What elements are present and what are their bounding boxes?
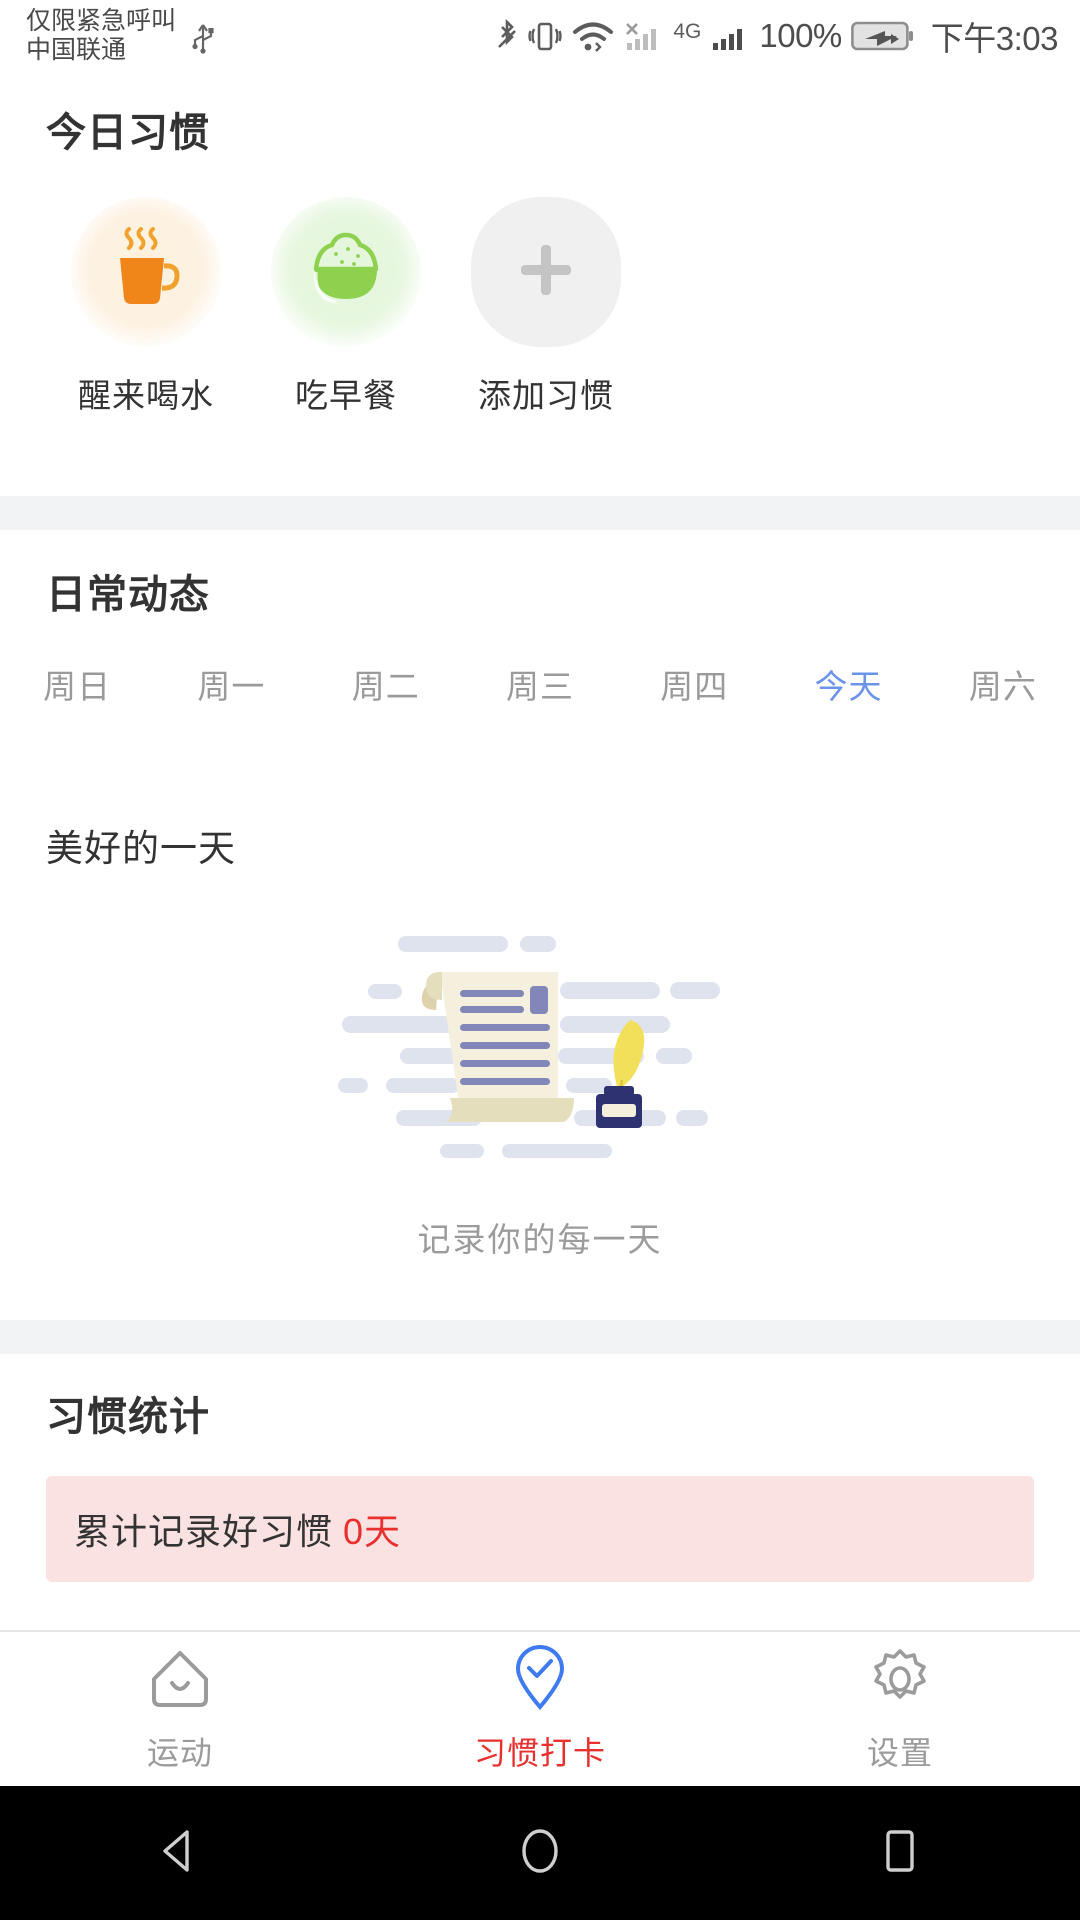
stats-banner-value: 0天 xyxy=(343,1511,402,1552)
network-type-label: 4G xyxy=(673,20,702,43)
bottom-navigation: 运动 习惯打卡 设置 xyxy=(0,1630,1080,1786)
today-habits-title: 今日习惯 xyxy=(46,111,210,155)
daily-activity-title: 日常动态 xyxy=(46,573,210,617)
habit-stats-title: 习惯统计 xyxy=(46,1395,210,1439)
carrier-line-1: 仅限紧急呼叫 xyxy=(26,6,177,35)
recents-square-icon xyxy=(873,1824,927,1883)
weekday-tabs: 周日 周一 周二 周三 周四 今天 周六 xyxy=(0,660,1080,708)
android-navigation-bar xyxy=(0,1786,1080,1920)
vibrate-icon xyxy=(528,16,563,56)
clock-label: 下午3:03 xyxy=(930,20,1059,57)
nav-tab-habit-checkin[interactable]: 习惯打卡 xyxy=(360,1644,720,1774)
empty-state: 记录你的每一天 xyxy=(0,922,1080,1261)
weekday-tab-today[interactable]: 今天 xyxy=(815,660,883,708)
battery-charging-icon xyxy=(850,18,913,54)
weekday-tab-thursday[interactable]: 周四 xyxy=(660,660,728,708)
carrier-line-2: 中国联通 xyxy=(26,36,127,64)
nav-tab-sports[interactable]: 运动 xyxy=(0,1645,360,1774)
status-bar: 仅限紧急呼叫 中国联通 4G 100% 下午3:03 xyxy=(0,0,1080,72)
status-bar-right: 4G 100% 下午3:03 xyxy=(495,12,1059,60)
stats-banner-label: 累计记录好习惯 xyxy=(74,1511,334,1552)
habit-icon-bg xyxy=(271,197,421,347)
stats-banner[interactable]: 累计记录好习惯 0天 xyxy=(46,1476,1034,1582)
habit-stats-section: 习惯统计 累计记录好习惯 0天 xyxy=(0,1354,1080,1654)
day-entry-title: 美好的一天 xyxy=(46,828,236,869)
coffee-cup-icon xyxy=(98,222,194,323)
habit-label: 吃早餐 xyxy=(295,377,397,414)
habit-list: 醒来喝水 吃早餐 添加习惯 xyxy=(46,197,646,417)
weekday-tab-tuesday[interactable]: 周二 xyxy=(352,660,420,708)
plus-icon xyxy=(511,235,581,310)
scroll-quill-inkwell-illustration xyxy=(330,922,750,1187)
battery-percent-label: 100% xyxy=(759,17,842,54)
pin-check-icon xyxy=(506,1644,574,1718)
wifi-icon xyxy=(571,16,615,56)
nav-label: 设置 xyxy=(866,1734,933,1771)
section-divider-1 xyxy=(0,496,1080,530)
weekday-tab-monday[interactable]: 周一 xyxy=(197,660,265,708)
habit-item-breakfast[interactable]: 吃早餐 xyxy=(246,197,446,417)
habit-label: 醒来喝水 xyxy=(78,377,214,414)
android-home-button[interactable] xyxy=(360,1824,720,1883)
phone-screen: 仅限紧急呼叫 中国联通 4G 100% 下午3:03 今日习惯 醒来喝水 吃早餐… xyxy=(0,0,1080,1920)
back-triangle-icon xyxy=(153,1824,207,1883)
sim1-signal-no-service-icon xyxy=(624,16,664,56)
habit-label: 添加习惯 xyxy=(478,377,614,414)
weekday-tab-sunday[interactable]: 周日 xyxy=(43,660,111,708)
android-back-button[interactable] xyxy=(0,1824,360,1883)
rice-bowl-icon xyxy=(298,222,394,323)
habit-item-add-habit[interactable]: 添加习惯 xyxy=(446,197,646,417)
gear-icon xyxy=(866,1645,934,1718)
usb-icon xyxy=(190,14,216,59)
home-circle-icon xyxy=(513,1824,567,1883)
today-habits-section: 今日习惯 醒来喝水 吃早餐 添加习惯 xyxy=(0,72,1080,496)
home-icon xyxy=(146,1645,214,1718)
habit-icon-bg xyxy=(71,197,221,347)
habit-item-drink-water[interactable]: 醒来喝水 xyxy=(46,197,246,417)
empty-state-caption: 记录你的每一天 xyxy=(417,1221,663,1258)
android-recents-button[interactable] xyxy=(720,1824,1080,1883)
bluetooth-icon xyxy=(495,16,519,56)
weekday-tab-wednesday[interactable]: 周三 xyxy=(506,660,574,708)
nav-tab-settings[interactable]: 设置 xyxy=(720,1645,1080,1774)
sim2-signal-icon xyxy=(710,16,750,56)
status-bar-left: 仅限紧急呼叫 中国联通 xyxy=(26,7,216,66)
weekday-tab-saturday[interactable]: 周六 xyxy=(969,660,1037,708)
section-divider-2 xyxy=(0,1320,1080,1354)
daily-activity-section: 日常动态 周日 周一 周二 周三 周四 今天 周六 美好的一天 记录你的每一天 xyxy=(0,530,1080,1320)
nav-label: 运动 xyxy=(146,1734,213,1771)
habit-icon-bg xyxy=(471,197,621,347)
carrier-info: 仅限紧急呼叫 中国联通 xyxy=(26,7,176,66)
nav-label: 习惯打卡 xyxy=(473,1734,606,1771)
